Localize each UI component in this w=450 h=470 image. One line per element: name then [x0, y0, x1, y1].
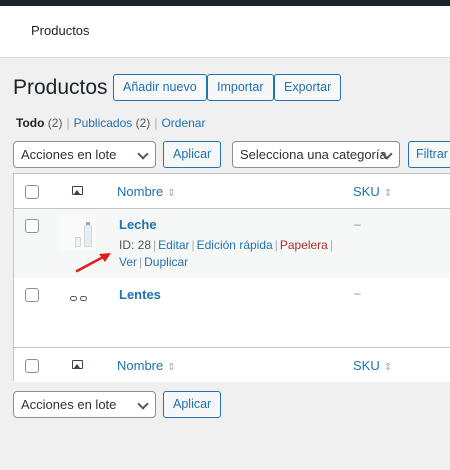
product-id: ID: 28 — [119, 238, 152, 252]
column-name-label: Nombre — [117, 184, 164, 199]
bulk-actions-value: Acciones en lote — [21, 397, 117, 412]
image-icon — [72, 186, 83, 195]
sort-icon: ⇕ — [383, 362, 393, 373]
column-sku-label: SKU — [353, 184, 380, 199]
bulk-actions-select-bottom[interactable]: Acciones en lote — [13, 391, 156, 418]
column-sku-label: SKU — [353, 358, 380, 373]
column-name-header[interactable]: Nombre ⇕ — [117, 184, 176, 199]
image-icon — [72, 360, 83, 369]
chevron-down-icon — [137, 148, 149, 160]
page-header: Productos — [0, 6, 450, 58]
milk-bottle-icon — [84, 225, 92, 247]
products-table: Nombre ⇕ SKU ⇕ Leche ID: 28 | Editar | Edición… — [13, 173, 450, 382]
column-name-footer[interactable]: Nombre ⇕ — [117, 358, 176, 373]
page-title: Productos — [13, 76, 108, 99]
view-all-count: (2) — [47, 116, 63, 130]
quick-edit-link[interactable]: Edición rápida — [197, 238, 273, 252]
category-value: Selecciona una categoría — [240, 147, 387, 162]
view-published-count: (2) — [135, 116, 151, 130]
milk-glass-icon — [75, 237, 81, 247]
add-new-button[interactable]: Añadir nuevo — [113, 74, 207, 101]
header-title: Productos — [31, 23, 90, 38]
select-all-checkbox[interactable] — [25, 185, 39, 199]
sort-link[interactable]: Ordenar — [161, 116, 205, 130]
table-row: Lentes – — [14, 278, 450, 347]
sort-icon: ⇕ — [383, 188, 393, 199]
table-header: Nombre ⇕ SKU ⇕ — [14, 174, 450, 209]
column-sku-footer[interactable]: SKU ⇕ — [353, 358, 392, 373]
view-link[interactable]: Ver — [119, 255, 137, 269]
column-sku-header[interactable]: SKU ⇕ — [353, 184, 392, 199]
bulk-actions-value: Acciones en lote — [21, 147, 117, 162]
import-button[interactable]: Importar — [207, 74, 274, 101]
view-separator: | — [154, 116, 158, 130]
sku-value: – — [354, 286, 361, 300]
export-button[interactable]: Exportar — [274, 74, 342, 101]
product-thumbnail[interactable] — [60, 215, 96, 251]
view-separator: | — [66, 116, 70, 130]
status-views: Todo (2) | Publicados (2) | Ordenar — [16, 116, 205, 130]
glasses-lens-left — [70, 296, 77, 301]
row-actions: ID: 28 | Editar | Edición rápida | Papelera | Ve… — [119, 238, 333, 269]
filter-button[interactable]: Filtrar — [408, 141, 450, 168]
product-name-link[interactable]: Leche — [119, 217, 157, 232]
glasses-lens-right — [80, 296, 87, 301]
product-name-link[interactable]: Lentes — [119, 287, 161, 302]
glasses-thumbnail[interactable] — [70, 296, 88, 302]
sku-value: – — [354, 217, 361, 231]
category-select[interactable]: Selecciona una categoría — [232, 141, 400, 168]
row-checkbox[interactable] — [25, 219, 39, 233]
view-all-link[interactable]: Todo — [16, 116, 44, 130]
sort-icon: ⇕ — [167, 188, 176, 199]
bulk-actions-select-top[interactable]: Acciones en lote — [13, 141, 156, 168]
apply-button-top[interactable]: Aplicar — [163, 141, 222, 168]
sort-icon: ⇕ — [167, 362, 176, 373]
row-checkbox[interactable] — [25, 288, 39, 302]
column-name-label: Nombre — [117, 358, 164, 373]
edit-link[interactable]: Editar — [158, 238, 189, 252]
trash-link[interactable]: Papelera — [280, 238, 328, 252]
duplicate-link[interactable]: Duplicar — [144, 255, 188, 269]
chevron-down-icon — [137, 398, 149, 410]
view-published-link[interactable]: Publicados — [74, 116, 133, 130]
apply-button-bottom[interactable]: Aplicar — [163, 391, 222, 418]
red-arrow-icon — [75, 253, 111, 273]
table-footer: Nombre ⇕ SKU ⇕ — [14, 347, 450, 382]
select-all-checkbox-footer[interactable] — [25, 359, 39, 373]
